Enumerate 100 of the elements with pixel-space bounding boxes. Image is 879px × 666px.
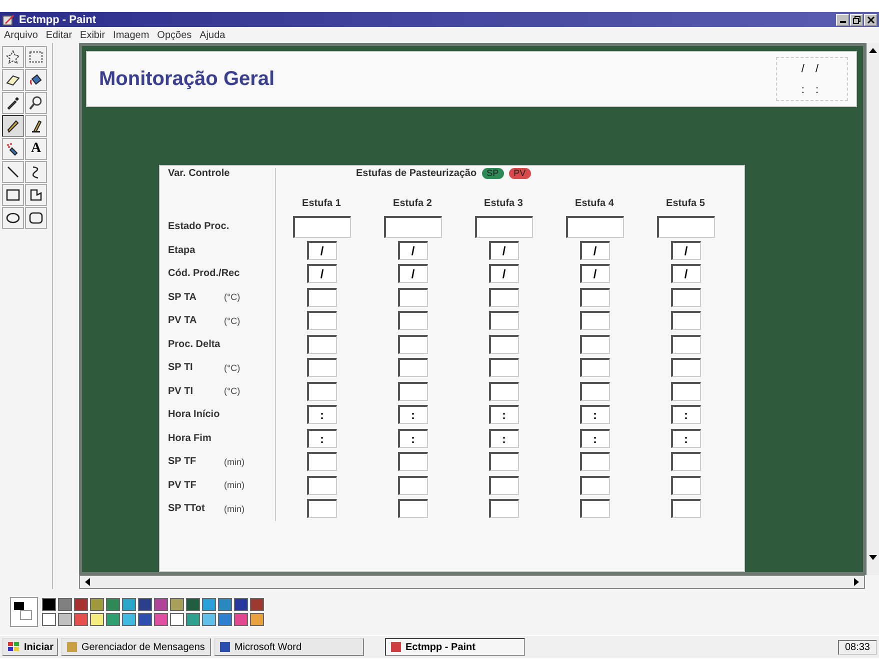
- color-swatch[interactable]: [74, 598, 88, 611]
- value-field: /: [306, 264, 336, 284]
- color-swatch[interactable]: [122, 613, 136, 626]
- color-swatch[interactable]: [74, 613, 88, 626]
- tool-button[interactable]: [25, 46, 47, 68]
- tool-button[interactable]: [2, 184, 24, 206]
- value-field: [670, 358, 700, 378]
- horizontal-scrollbar[interactable]: [79, 575, 865, 589]
- color-swatch[interactable]: [218, 613, 232, 626]
- color-swatch[interactable]: [122, 598, 136, 611]
- value-field: [670, 382, 700, 401]
- minimize-button[interactable]: [836, 14, 849, 26]
- tool-button[interactable]: [25, 184, 47, 206]
- tool-button[interactable]: [2, 207, 24, 229]
- color-swatch[interactable]: [170, 598, 184, 611]
- page-title: Monitoração Geral: [99, 68, 275, 90]
- unit-label: (°C): [224, 292, 240, 302]
- value-field: [670, 499, 700, 518]
- menu-item[interactable]: Exibir: [80, 30, 106, 40]
- color-swatch[interactable]: [234, 613, 248, 626]
- maximize-button[interactable]: [850, 14, 863, 26]
- color-swatch[interactable]: [186, 613, 200, 626]
- color-swatch[interactable]: [154, 613, 168, 626]
- menu-item[interactable]: Opções: [157, 30, 192, 40]
- column-heading: Var. Controle: [164, 168, 276, 192]
- taskbar-button[interactable]: Ectmpp - Paint: [385, 638, 526, 656]
- value-field: [656, 216, 714, 238]
- value-field: [398, 288, 428, 307]
- row-label: SP TF: [168, 456, 198, 468]
- color-swatch[interactable]: [250, 613, 264, 626]
- value-field: [566, 216, 624, 238]
- current-colors: [10, 597, 38, 627]
- tool-button[interactable]: [25, 92, 47, 114]
- tool-button[interactable]: [2, 138, 24, 160]
- menu-item[interactable]: Arquivo: [4, 30, 38, 40]
- tool-button[interactable]: [2, 161, 24, 183]
- tool-button[interactable]: [25, 115, 47, 137]
- taskbar-button[interactable]: Gerenciador de Mensagens: [61, 638, 212, 656]
- color-swatch[interactable]: [42, 598, 56, 611]
- tool-button[interactable]: A: [25, 138, 47, 160]
- value-field: [292, 216, 350, 238]
- menu-item[interactable]: Imagem: [113, 30, 150, 40]
- value-field: [488, 499, 518, 518]
- value-field: [398, 311, 428, 330]
- column-heading: Estufa 2: [392, 198, 433, 209]
- color-swatch[interactable]: [58, 598, 72, 611]
- color-swatch[interactable]: [42, 613, 56, 626]
- app-icon: [66, 641, 78, 653]
- row-label: Cód. Prod./Rec: [168, 268, 240, 280]
- color-swatch[interactable]: [58, 613, 72, 626]
- color-swatch[interactable]: [170, 613, 184, 626]
- magnifier-icon: [29, 96, 43, 110]
- color-swatch[interactable]: [154, 598, 168, 611]
- tool-button[interactable]: [2, 46, 24, 68]
- menu-item[interactable]: Ajuda: [200, 30, 226, 40]
- close-button[interactable]: [864, 14, 877, 26]
- tool-button[interactable]: [2, 69, 24, 91]
- tool-button[interactable]: [2, 92, 24, 114]
- window-title: Ectmpp - Paint: [19, 14, 96, 26]
- taskbar-button[interactable]: Microsoft Word: [214, 638, 364, 656]
- row-label: PV TF: [168, 480, 198, 491]
- menu-item[interactable]: Editar: [46, 30, 72, 40]
- vertical-scrollbar[interactable]: [866, 43, 879, 575]
- value-field: [306, 288, 336, 307]
- color-swatch[interactable]: [90, 613, 104, 626]
- close-icon: [866, 16, 874, 24]
- pencil-icon: [6, 119, 20, 133]
- row-label: Hora Fim: [168, 432, 212, 444]
- value-field: [474, 216, 532, 238]
- group-heading: Estufas de Pasteurização: [356, 168, 477, 179]
- scroll-left-icon: [84, 578, 90, 586]
- color-swatch[interactable]: [250, 598, 264, 611]
- restore-icon: [852, 16, 860, 24]
- value-field: [580, 288, 610, 307]
- unit-label: (°C): [224, 362, 240, 373]
- color-swatch[interactable]: [90, 598, 104, 611]
- value-field: [306, 311, 336, 330]
- tool-button[interactable]: [2, 115, 24, 137]
- tool-button[interactable]: [25, 69, 47, 91]
- tool-button[interactable]: [25, 207, 47, 229]
- value-field: [398, 452, 428, 472]
- color-swatch[interactable]: [218, 598, 232, 611]
- scroll-right-icon: [854, 578, 860, 586]
- value-field: [580, 476, 610, 495]
- color-swatch[interactable]: [234, 598, 248, 611]
- value-field: /: [488, 240, 518, 260]
- start-button[interactable]: Iniciar: [2, 638, 58, 656]
- rounded-rectangle-icon: [29, 212, 43, 224]
- value-field: [306, 358, 336, 378]
- color-swatch[interactable]: [186, 598, 200, 611]
- tool-button[interactable]: [25, 161, 47, 183]
- color-swatch[interactable]: [106, 598, 120, 611]
- eraser-icon: [6, 74, 20, 86]
- color-swatch[interactable]: [202, 613, 216, 626]
- color-swatch[interactable]: [138, 598, 152, 611]
- color-swatch[interactable]: [138, 613, 152, 626]
- color-swatch[interactable]: [106, 613, 120, 626]
- color-swatch[interactable]: [202, 598, 216, 611]
- eyedropper-icon: [6, 96, 20, 110]
- value-field: [580, 382, 610, 401]
